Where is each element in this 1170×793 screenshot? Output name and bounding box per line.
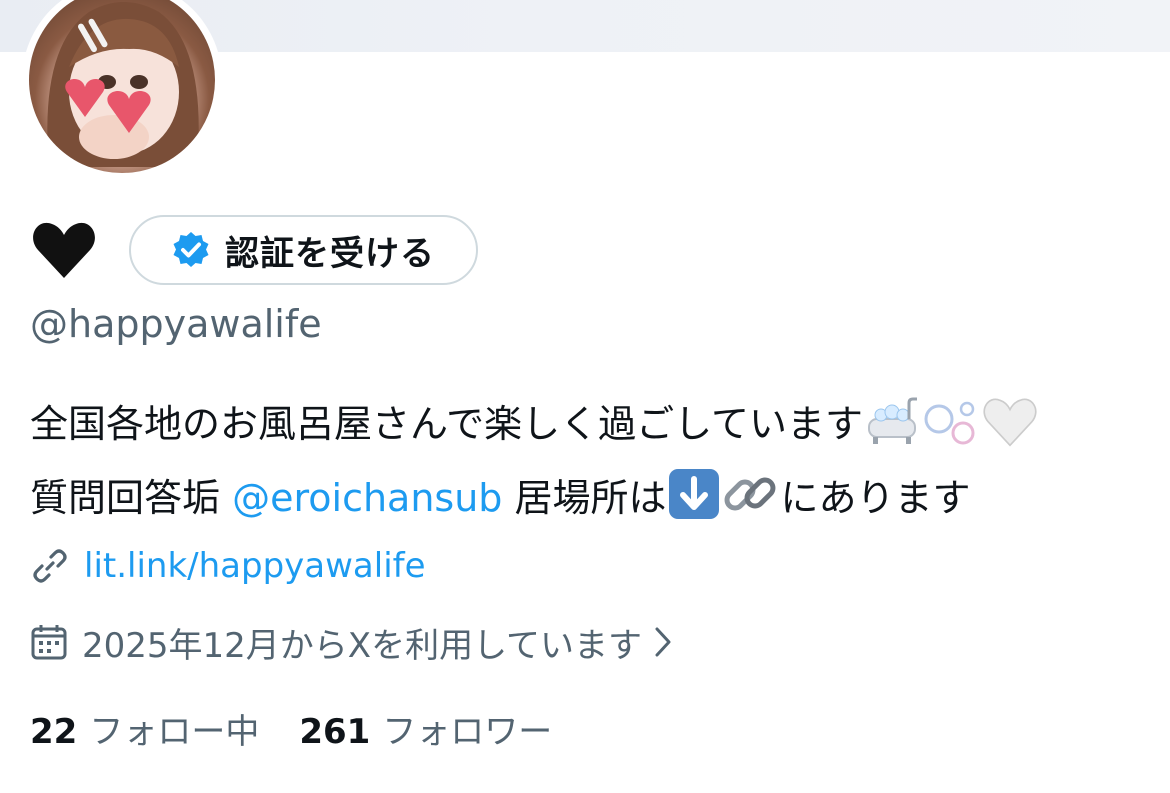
website-link[interactable]: lit.link/happyawalife	[30, 540, 426, 592]
bio-text-2: 質問回答垢	[30, 476, 233, 520]
bio-mention-link[interactable]: @eroichansub	[232, 476, 502, 520]
chevron-right-icon	[655, 627, 671, 657]
white-heart-emoji	[981, 397, 1039, 466]
bio-text-1: 全国各地のお風呂屋さんで楽しく過ごしています	[30, 402, 863, 446]
join-date-text: 2025年12月からXを利用しています	[82, 625, 643, 666]
following-label: フォロー中	[89, 711, 260, 752]
avatar-image	[29, 0, 215, 173]
down-arrow-emoji	[667, 467, 721, 540]
following-count: 22	[30, 711, 78, 752]
get-verified-button[interactable]: 認証を受ける	[129, 215, 478, 285]
verified-badge-icon	[173, 232, 209, 267]
following-link[interactable]: 22 フォロー中	[30, 704, 259, 753]
display-name	[30, 214, 98, 286]
join-date[interactable]: 2025年12月からXを利用しています	[30, 616, 674, 668]
follow-stats: 22 フォロー中 261 フォロワー	[30, 702, 552, 754]
link-icon	[33, 549, 67, 583]
bio-line-2: 質問回答垢 @eroichansub 居場所は にあります	[30, 466, 1160, 540]
avatar[interactable]	[22, 0, 222, 180]
user-handle: @happyawalife	[30, 302, 322, 346]
bathtub-emoji	[863, 397, 921, 466]
bubbles-emoji	[921, 397, 981, 466]
bio-text-4: にあります	[780, 476, 971, 520]
black-heart-emoji	[30, 216, 98, 284]
link-emoji	[721, 467, 781, 540]
bio-text-3: 居場所は	[502, 476, 667, 520]
followers-link[interactable]: 261 フォロワー	[299, 704, 552, 753]
followers-count: 261	[299, 711, 371, 752]
profile-bio: 全国各地のお風呂屋さんで楽しく過ごしています 質問回答垢 @eroichansu…	[30, 392, 1160, 540]
followers-label: フォロワー	[382, 711, 553, 752]
calendar-icon	[31, 625, 67, 660]
website-url[interactable]: lit.link/happyawalife	[84, 546, 426, 586]
get-verified-label: 認証を受ける	[225, 233, 435, 274]
bio-line-1: 全国各地のお風呂屋さんで楽しく過ごしています	[30, 392, 1160, 466]
